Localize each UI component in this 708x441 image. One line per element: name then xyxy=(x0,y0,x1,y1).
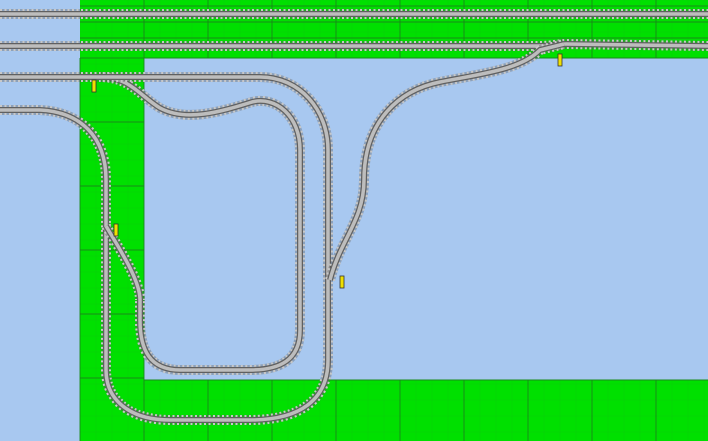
track-gauge xyxy=(0,42,708,48)
switch-lever-icon[interactable] xyxy=(113,223,119,237)
track-layout[interactable] xyxy=(0,0,708,441)
layout-canvas[interactable] xyxy=(0,0,708,441)
switch-lever-icon[interactable] xyxy=(339,275,345,289)
straight-track-2[interactable] xyxy=(0,38,708,51)
switch-point-3[interactable] xyxy=(339,275,345,289)
switch-lever-icon[interactable] xyxy=(91,79,97,93)
switch-point-4[interactable] xyxy=(557,53,563,67)
switch-point-1[interactable] xyxy=(91,79,97,93)
switch-lever-icon[interactable] xyxy=(557,53,563,67)
switch-point-2[interactable] xyxy=(113,223,119,237)
